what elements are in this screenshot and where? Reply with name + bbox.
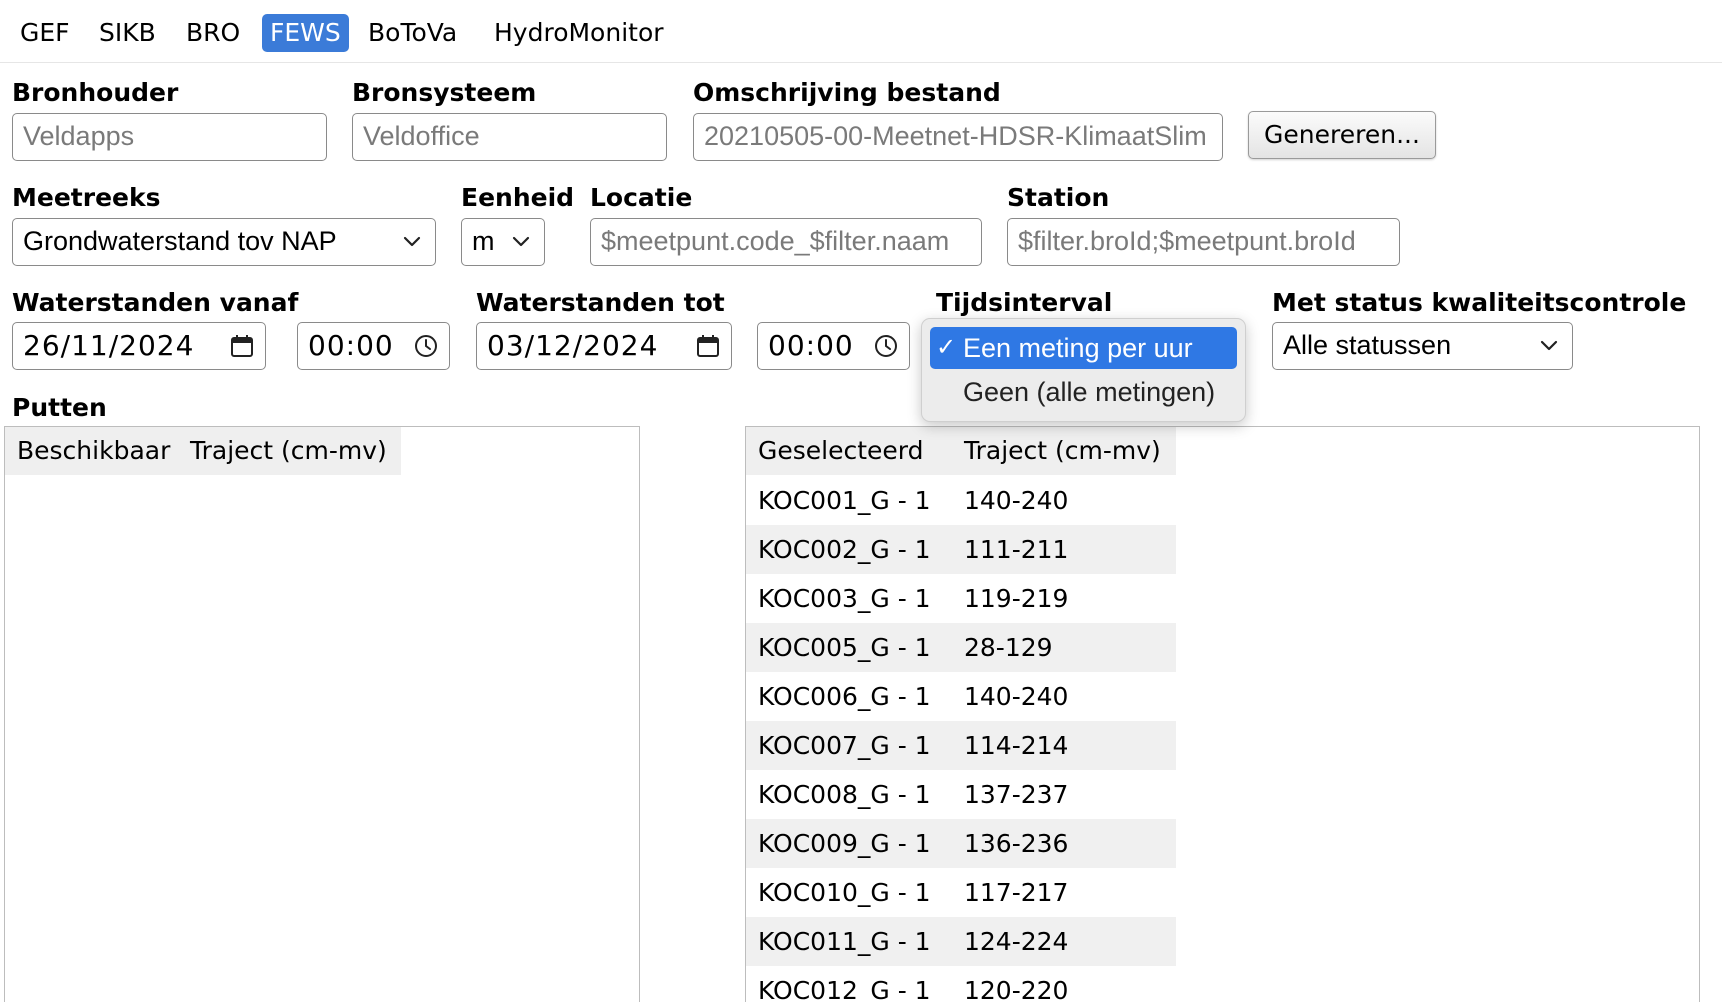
status-value: Alle statussen	[1283, 330, 1452, 360]
tab-fews[interactable]: FEWS	[262, 14, 349, 52]
eenheid-label: Eenheid	[461, 183, 575, 212]
chevron-down-icon	[1540, 340, 1558, 351]
bronhouder-placeholder: Veldapps	[23, 121, 135, 151]
tijdsinterval-dropdown[interactable]: ✓ Een meting per uur Geen (alle metingen…	[921, 318, 1246, 422]
tab-hydromonitor[interactable]: HydroMonitor	[486, 14, 672, 52]
list-item[interactable]: KOC006_G - 1 140-240	[746, 672, 1176, 721]
locatie-placeholder: $meetpunt.code_$filter.naam	[601, 226, 950, 256]
status-label: Met status kwaliteitscontrole	[1272, 288, 1687, 317]
selected-name-header[interactable]: Geselecteerd	[758, 427, 924, 475]
list-item-name: KOC011_G - 1	[758, 927, 931, 956]
eenheid-select[interactable]: m	[461, 218, 545, 266]
putten-label: Putten	[12, 393, 107, 422]
vanaf-date-value: 26/11/2024	[23, 329, 195, 362]
tab-gef[interactable]: GEF	[12, 14, 78, 52]
list-item-name: KOC002_G - 1	[758, 535, 931, 564]
list-item[interactable]: KOC007_G - 1 114-214	[746, 721, 1176, 770]
vanaf-time-value: 00:00	[308, 329, 394, 362]
tijdsinterval-option-selected[interactable]: ✓ Een meting per uur	[930, 327, 1237, 369]
list-item-name: KOC001_G - 1	[758, 486, 931, 515]
list-item-name: KOC009_G - 1	[758, 829, 931, 858]
list-item-name: KOC003_G - 1	[758, 584, 931, 613]
calendar-icon[interactable]	[695, 333, 721, 359]
tot-time-value: 00:00	[768, 329, 854, 362]
list-item-range: 124-224	[964, 927, 1069, 956]
list-item[interactable]: KOC008_G - 1 137-237	[746, 770, 1176, 819]
bronsysteem-label: Bronsysteem	[352, 78, 537, 107]
vanaf-date-input[interactable]: 26/11/2024	[12, 322, 266, 370]
list-item[interactable]: KOC001_G - 1 140-240	[746, 476, 1176, 525]
list-item-range: 117-217	[964, 878, 1069, 907]
bronsysteem-input[interactable]: Veldoffice	[352, 113, 667, 161]
genereren-button[interactable]: Genereren...	[1248, 111, 1436, 159]
option-label: Een meting per uur	[963, 333, 1193, 363]
list-item-name: KOC007_G - 1	[758, 731, 931, 760]
locatie-label: Locatie	[590, 183, 693, 212]
list-item-name: KOC010_G - 1	[758, 878, 931, 907]
tab-bar: GEF SIKB BRO FEWS BoToVa HydroMonitor	[0, 0, 1722, 63]
bronhouder-label: Bronhouder	[12, 78, 179, 107]
eenheid-value: m	[472, 226, 495, 256]
calendar-icon[interactable]	[229, 333, 255, 359]
list-item-name: KOC005_G - 1	[758, 633, 931, 662]
checkmark-icon: ✓	[936, 334, 957, 361]
list-item-range: 114-214	[964, 731, 1069, 760]
vanaf-time-input[interactable]: 00:00	[297, 322, 450, 370]
tot-label: Waterstanden tot	[476, 288, 725, 317]
list-item-range: 140-240	[964, 486, 1069, 515]
omschrijving-value: 20210505-00-Meetnet-HDSR-KlimaatSlim	[704, 121, 1207, 151]
locatie-input[interactable]: $meetpunt.code_$filter.naam	[590, 218, 982, 266]
tot-time-input[interactable]: 00:00	[757, 322, 910, 370]
available-list[interactable]: Beschikbaar Traject (cm-mv)	[4, 426, 640, 1002]
station-label: Station	[1007, 183, 1110, 212]
list-item-name: KOC008_G - 1	[758, 780, 931, 809]
bronsysteem-placeholder: Veldoffice	[363, 121, 480, 151]
vanaf-label: Waterstanden vanaf	[12, 288, 299, 317]
chevron-down-icon	[512, 236, 530, 247]
list-item[interactable]: KOC002_G - 1 111-211	[746, 525, 1176, 574]
tijdsinterval-option[interactable]: Geen (alle metingen)	[930, 371, 1237, 413]
status-select[interactable]: Alle statussen	[1272, 322, 1573, 370]
list-item-range: 119-219	[964, 584, 1069, 613]
list-item-range: 120-220	[964, 976, 1069, 1002]
list-item-range: 111-211	[964, 535, 1069, 564]
selected-list-header: Geselecteerd Traject (cm-mv)	[746, 427, 1176, 475]
list-item[interactable]: KOC005_G - 1 28-129	[746, 623, 1176, 672]
tijdsinterval-label: Tijdsinterval	[936, 288, 1113, 317]
list-item[interactable]: KOC003_G - 1 119-219	[746, 574, 1176, 623]
list-item-range: 137-237	[964, 780, 1069, 809]
bronhouder-input[interactable]: Veldapps	[12, 113, 327, 161]
clock-icon[interactable]	[414, 334, 438, 358]
meetreeks-select[interactable]: Grondwaterstand tov NAP	[12, 218, 436, 266]
meetreeks-value: Grondwaterstand tov NAP	[23, 226, 337, 256]
tot-date-value: 03/12/2024	[487, 329, 659, 362]
tab-botova[interactable]: BoToVa	[360, 14, 465, 52]
option-label: Geen (alle metingen)	[963, 377, 1216, 407]
list-item-name: KOC012_G - 1	[758, 976, 931, 1002]
list-item[interactable]: KOC011_G - 1 124-224	[746, 917, 1176, 966]
tot-date-input[interactable]: 03/12/2024	[476, 322, 732, 370]
station-input[interactable]: $filter.broId;$meetpunt.broId	[1007, 218, 1400, 266]
list-item-range: 28-129	[964, 633, 1053, 662]
omschrijving-label: Omschrijving bestand	[693, 78, 1001, 107]
list-item[interactable]: KOC010_G - 1 117-217	[746, 868, 1176, 917]
available-name-header[interactable]: Beschikbaar	[17, 427, 170, 475]
list-item[interactable]: KOC012_G - 1 120-220	[746, 966, 1176, 1002]
tab-bro[interactable]: BRO	[178, 14, 248, 52]
station-placeholder: $filter.broId;$meetpunt.broId	[1018, 226, 1356, 256]
chevron-down-icon	[403, 236, 421, 247]
list-item[interactable]: KOC009_G - 1 136-236	[746, 819, 1176, 868]
available-range-header[interactable]: Traject (cm-mv)	[190, 427, 387, 475]
available-list-header: Beschikbaar Traject (cm-mv)	[5, 427, 401, 475]
list-item-range: 136-236	[964, 829, 1069, 858]
meetreeks-label: Meetreeks	[12, 183, 161, 212]
list-item-range: 140-240	[964, 682, 1069, 711]
selected-range-header[interactable]: Traject (cm-mv)	[964, 427, 1161, 475]
omschrijving-input[interactable]: 20210505-00-Meetnet-HDSR-KlimaatSlim	[693, 113, 1223, 161]
selected-list[interactable]: Geselecteerd Traject (cm-mv) KOC001_G - …	[745, 426, 1700, 1002]
tab-sikb[interactable]: SIKB	[91, 14, 164, 52]
list-item-name: KOC006_G - 1	[758, 682, 931, 711]
clock-icon[interactable]	[874, 334, 898, 358]
